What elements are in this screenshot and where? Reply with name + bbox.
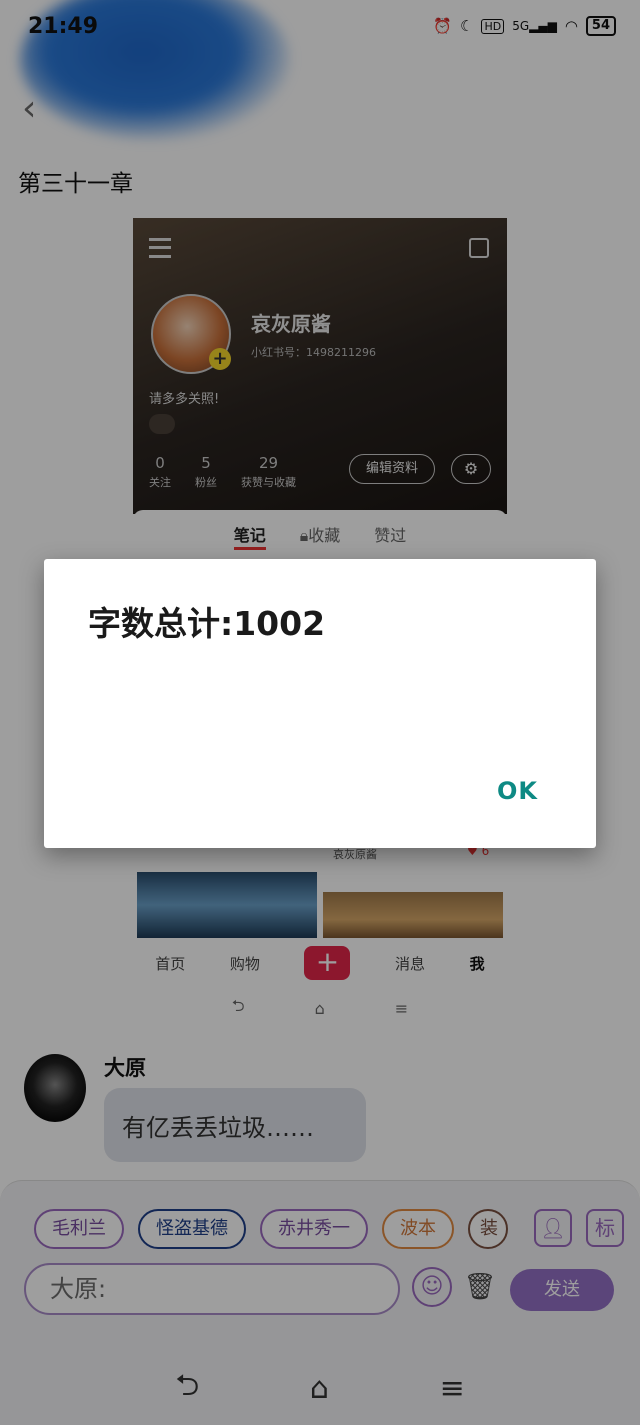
ok-button[interactable]: OK [497, 777, 538, 805]
dialog-message: 字数总计:1002 [88, 604, 326, 643]
alert-dialog: 字数总计:1002 OK [44, 559, 596, 848]
